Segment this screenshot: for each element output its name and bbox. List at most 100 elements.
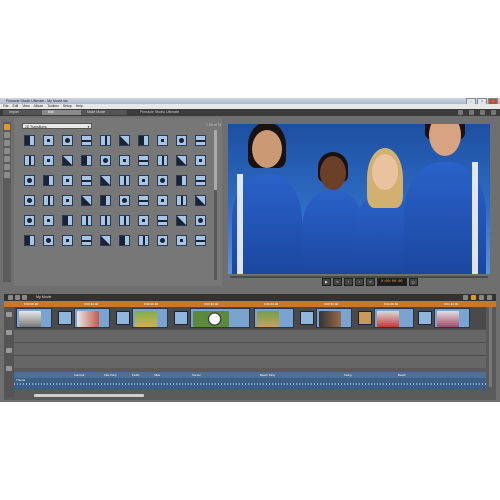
video-clip[interactable] [374, 308, 414, 328]
transition-thumbnail[interactable] [43, 155, 54, 166]
fast-forward-icon[interactable]: » [366, 278, 375, 286]
transition-thumbnail[interactable] [100, 215, 111, 226]
disc-menus-icon[interactable] [4, 156, 10, 162]
transition-thumbnail[interactable] [62, 155, 73, 166]
fullscreen-icon[interactable] [491, 110, 496, 115]
transition-thumbnail[interactable] [195, 215, 206, 226]
tab-make-movie[interactable]: Make Movie [81, 110, 127, 115]
video-clip[interactable] [434, 308, 470, 328]
transition-thumbnail[interactable] [157, 235, 168, 246]
transition-thumbnail[interactable] [24, 215, 35, 226]
transition-thumbnail[interactable] [119, 215, 130, 226]
timeline-vertical-scrollbar[interactable] [489, 307, 492, 387]
transition-thumbnail[interactable] [195, 175, 206, 186]
transition-thumbnail[interactable] [176, 175, 187, 186]
tab-import[interactable]: Import [3, 110, 45, 115]
transition-thumbnail[interactable] [100, 195, 111, 206]
video-clip[interactable] [16, 308, 52, 328]
transition-marker[interactable] [300, 311, 314, 325]
transition-thumbnail[interactable] [81, 155, 92, 166]
transition-thumbnail[interactable] [43, 215, 54, 226]
toolbox-icon[interactable] [487, 295, 492, 300]
transition-thumbnail[interactable] [24, 195, 35, 206]
play-icon[interactable]: ▶ [322, 278, 331, 286]
storyboard-view-icon[interactable] [463, 295, 468, 300]
transition-thumbnail[interactable] [195, 135, 206, 146]
transition-thumbnail[interactable] [24, 155, 35, 166]
transition-thumbnail[interactable] [138, 215, 149, 226]
transition-thumbnail[interactable] [176, 195, 187, 206]
transition-thumbnail[interactable] [119, 135, 130, 146]
transition-thumbnail[interactable] [157, 135, 168, 146]
transition-thumbnail[interactable] [81, 175, 92, 186]
transition-thumbnail[interactable] [195, 155, 206, 166]
transition-thumbnail[interactable] [157, 155, 168, 166]
tab-edit[interactable]: Edit [42, 110, 84, 115]
transition-thumbnail[interactable] [43, 175, 54, 186]
transition-thumbnail[interactable] [81, 235, 92, 246]
video-clip[interactable] [190, 308, 250, 328]
transition-thumbnail[interactable] [81, 215, 92, 226]
transition-thumbnail[interactable] [157, 175, 168, 186]
video-clip[interactable] [254, 308, 294, 328]
audio-track[interactable] [14, 329, 486, 342]
transition-thumbnail[interactable] [119, 175, 130, 186]
transition-thumbnail[interactable] [138, 175, 149, 186]
transition-thumbnail[interactable] [138, 155, 149, 166]
text-view-icon[interactable] [479, 295, 484, 300]
timeline-view-icon[interactable] [471, 295, 476, 300]
transition-thumbnail[interactable] [62, 195, 73, 206]
video-scenes-icon[interactable] [4, 124, 10, 130]
transition-thumbnail[interactable] [100, 135, 111, 146]
transition-thumbnail[interactable] [81, 195, 92, 206]
transition-thumbnail[interactable] [176, 135, 187, 146]
transition-thumbnail[interactable] [100, 175, 111, 186]
transition-thumbnail[interactable] [62, 215, 73, 226]
audio-track-icon[interactable] [6, 330, 12, 335]
music-icon[interactable] [4, 172, 10, 178]
transition-thumbnail[interactable] [24, 235, 35, 246]
transition-thumbnail[interactable] [176, 235, 187, 246]
fullscreen-preview-icon[interactable]: ◻ [408, 278, 418, 286]
razor-icon[interactable] [15, 295, 20, 300]
movie-window-icon[interactable] [8, 295, 13, 300]
transition-thumbnail[interactable] [176, 155, 187, 166]
transition-thumbnail[interactable] [24, 135, 35, 146]
music-track-icon[interactable] [6, 366, 12, 371]
still-images-icon[interactable] [4, 148, 10, 154]
transition-thumbnail[interactable] [195, 195, 206, 206]
transition-marker[interactable] [58, 311, 72, 325]
transition-marker[interactable] [174, 311, 188, 325]
step-forward-icon[interactable]: › [355, 278, 364, 286]
transition-thumbnail[interactable] [43, 135, 54, 146]
album-scrollbar[interactable] [214, 130, 217, 280]
transition-thumbnail[interactable] [138, 235, 149, 246]
transition-thumbnail[interactable] [62, 175, 73, 186]
help-icon[interactable] [480, 110, 485, 115]
transition-thumbnail[interactable] [100, 155, 111, 166]
transition-thumbnail[interactable] [43, 195, 54, 206]
transition-marker[interactable] [116, 311, 130, 325]
transition-thumbnail[interactable] [138, 195, 149, 206]
video-clip[interactable] [74, 308, 110, 328]
undo-icon[interactable] [458, 110, 463, 115]
title-track-icon[interactable] [6, 348, 12, 353]
transition-thumbnail[interactable] [81, 135, 92, 146]
transition-thumbnail[interactable] [43, 235, 54, 246]
scroll-thumb[interactable] [214, 130, 217, 190]
timecode-display[interactable]: 0:00:00.00 [377, 278, 407, 286]
transition-thumbnail[interactable] [119, 195, 130, 206]
step-back-icon[interactable]: ‹ [344, 278, 353, 286]
transition-marker[interactable] [358, 311, 372, 325]
transition-thumbnail[interactable] [157, 195, 168, 206]
transition-thumbnail[interactable] [176, 215, 187, 226]
transitions-icon[interactable] [4, 132, 10, 138]
transition-category-dropdown[interactable]: 2D Transitions ▼ [22, 123, 92, 129]
video-clip[interactable] [132, 308, 168, 328]
timeline-horizontal-scrollbar[interactable] [34, 394, 144, 397]
transition-thumbnail[interactable] [119, 155, 130, 166]
transition-marker[interactable] [418, 311, 432, 325]
rewind-icon[interactable]: « [333, 278, 342, 286]
music-track[interactable]: Theme [14, 378, 486, 390]
video-track-icon[interactable] [6, 312, 12, 317]
